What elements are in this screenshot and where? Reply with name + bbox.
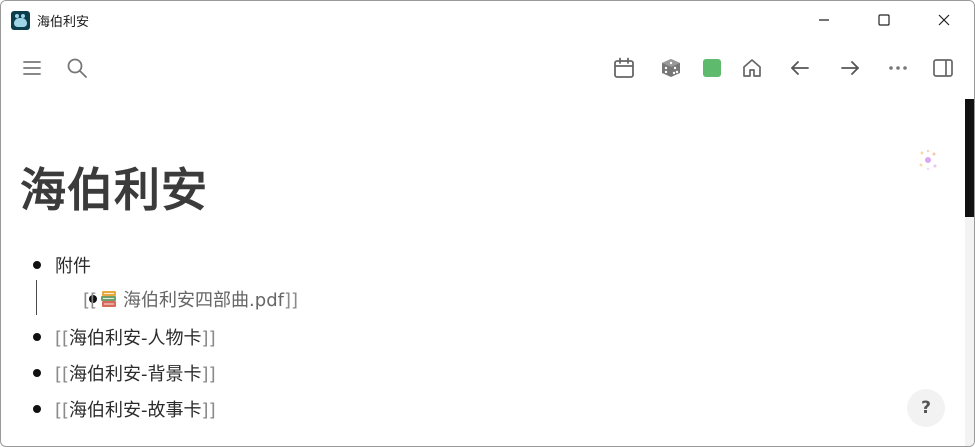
sparkle-icon [919,149,937,171]
link-text: 海伯利安-背景卡 [69,364,202,385]
maximize-icon [878,14,890,26]
list-item-background-card[interactable]: [[海伯利安-背景卡]] [55,360,216,386]
sidebar-toggle-icon [933,59,953,77]
minimize-icon [819,19,829,21]
scrollbar-thumb[interactable] [965,99,974,217]
menu-icon [23,61,41,75]
bullet-marker[interactable] [33,333,41,341]
bullet-marker[interactable] [33,405,41,413]
link-close-bracket: ]] [201,364,216,385]
link-open-bracket: [[ [83,290,98,311]
window-controls [794,1,974,39]
title-bar: 海伯利安 [1,1,974,39]
indent-guide[interactable] [36,280,37,315]
link-open-bracket: [[ [55,400,70,421]
maximize-button[interactable] [854,1,914,39]
calendar-button[interactable] [611,55,637,81]
link-close-bracket: ]] [201,400,216,421]
minimize-button[interactable] [794,1,854,39]
link-close-bracket: ]] [201,328,216,349]
link-open-bracket: [[ [55,364,70,385]
menu-button[interactable] [19,55,45,81]
close-button[interactable] [914,1,974,39]
more-options-button[interactable] [885,55,911,81]
app-logo-icon [11,10,30,30]
link-open-bracket: [[ [55,328,70,349]
link-text: 海伯利安-人物卡 [69,328,202,349]
page-title: 海伯利安 [20,163,208,217]
random-note-button[interactable] [658,55,684,81]
close-icon [938,14,950,26]
more-icon [889,66,907,70]
dice-icon [662,59,680,77]
window-title: 海伯利安 [37,14,90,30]
home-button[interactable] [739,55,765,81]
toolbar [1,41,974,97]
app-window: 海伯利安 海伯利安 附件 [[海伯利安四部曲.pdf]] [[海伯利安-人物卡… [0,0,975,447]
list-item-pdf-link[interactable]: [[ 海伯利安四部曲.pdf]] [83,286,298,312]
back-button[interactable] [787,55,813,81]
list-item-story-card[interactable]: [[海伯利安-故事卡]] [55,396,216,422]
search-icon [67,58,87,78]
calendar-icon [614,57,634,78]
search-button[interactable] [64,55,90,81]
home-icon [743,59,761,77]
list-item-attachments: 附件 [55,256,91,277]
sidebar-toggle-button[interactable] [930,55,956,81]
forward-arrow-icon [841,61,859,75]
note-content: 海伯利安 附件 [[海伯利安四部曲.pdf]] [[海伯利安-人物卡]] [[… [1,99,964,446]
forward-button[interactable] [837,55,863,81]
link-text: 海伯利安-故事卡 [69,400,202,421]
link-close-bracket: ]] [283,290,299,311]
color-square-button[interactable] [699,55,725,81]
bullet-marker[interactable] [33,261,41,269]
color-square-icon [703,59,721,77]
help-button[interactable]: ? [907,389,945,427]
bullet-marker[interactable] [33,369,41,377]
books-icon [101,291,117,307]
back-arrow-icon [791,61,809,75]
pdf-link-text: 海伯利安四部曲.pdf [123,290,284,311]
list-item-character-card[interactable]: [[海伯利安-人物卡]] [55,324,216,350]
